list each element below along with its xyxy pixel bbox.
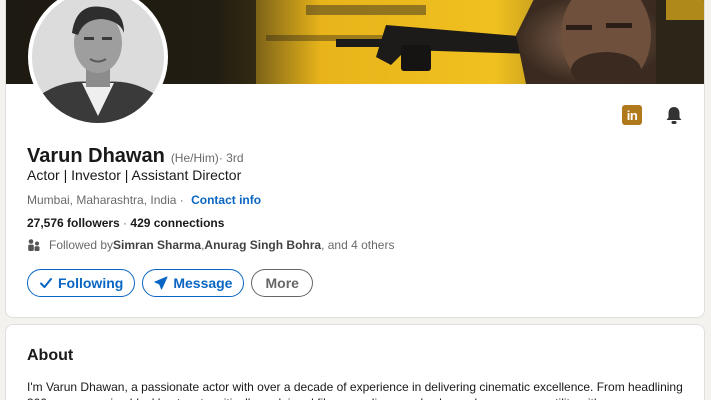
followers-count[interactable]: 27,576 followers	[27, 216, 120, 230]
linkedin-icon[interactable]: in	[622, 105, 642, 125]
people-icon	[27, 238, 41, 252]
profile-location-row: Mumbai, Maharashtra, India · Contact inf…	[27, 193, 261, 207]
followed-by-prefix: Followed by	[49, 238, 114, 252]
message-button[interactable]: Message	[142, 269, 245, 297]
check-icon	[39, 276, 53, 290]
profile-name: Varun Dhawan	[27, 145, 165, 167]
followed-by-person[interactable]: Simran Sharma	[113, 238, 201, 252]
following-button[interactable]: Following	[27, 269, 136, 297]
profile-location: Mumbai, Maharashtra, India ·	[27, 193, 184, 207]
mutual-followers[interactable]: Followed by Simran Sharma, Anurag Singh …	[27, 238, 394, 252]
profile-card: in Varun Dhawan (He/Him) · 3rd Actor | I…	[5, 0, 705, 318]
about-title: About	[27, 347, 74, 364]
connection-degree: · 3rd	[218, 151, 244, 165]
connections-count[interactable]: 429 connections	[130, 216, 224, 230]
profile-pronouns: (He/Him)	[170, 151, 219, 165]
send-icon	[154, 276, 168, 290]
profile-name-row: Varun Dhawan (He/Him) · 3rd	[27, 145, 244, 168]
bell-icon[interactable]	[664, 105, 684, 125]
message-button-label: Message	[173, 275, 233, 291]
followed-by-person[interactable]: Anurag Singh Bohra	[204, 238, 321, 252]
profile-top-actions: in	[622, 105, 684, 125]
followed-by-suffix: , and 4 others	[321, 238, 395, 252]
profile-stats: 27,576 followers · 429 connections	[27, 216, 224, 230]
profile-headline: Actor | Investor | Assistant Director	[27, 167, 242, 183]
following-button-label: Following	[58, 275, 124, 291]
about-text: I'm Varun Dhawan, a passionate actor wit…	[27, 380, 683, 400]
profile-photo[interactable]	[28, 0, 168, 127]
stats-separator: ·	[119, 216, 131, 230]
about-section: About I'm Varun Dhawan, a passionate act…	[5, 324, 705, 400]
contact-info-link[interactable]: Contact info	[191, 193, 261, 207]
more-button[interactable]: More	[251, 269, 313, 297]
more-button-label: More	[265, 275, 299, 291]
profile-actions: Following Message More	[27, 269, 313, 297]
